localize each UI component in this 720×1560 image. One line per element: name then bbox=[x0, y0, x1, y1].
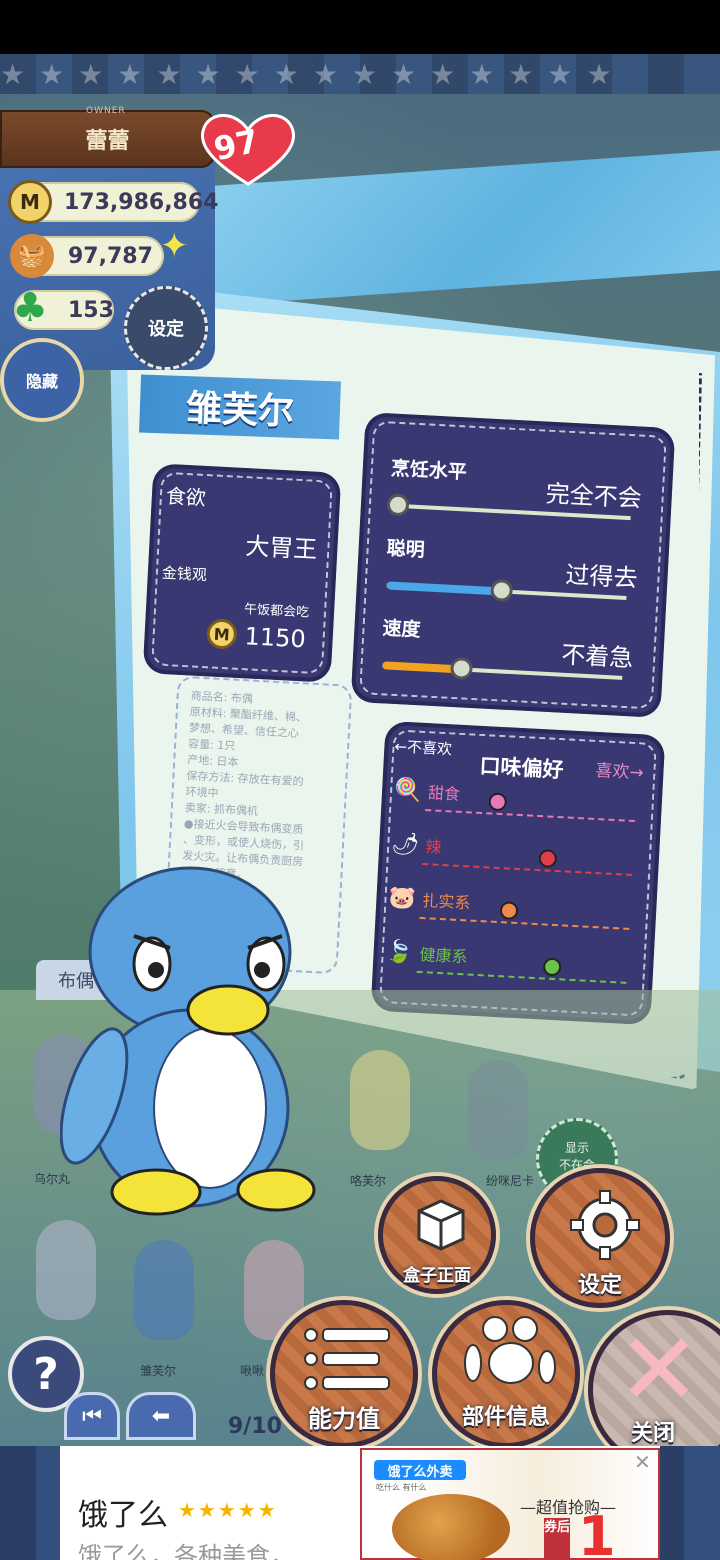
appetite-panel: 食欲 大胃王 金钱观 午饭都会吃 M 1150 bbox=[142, 463, 342, 683]
gear-icon bbox=[570, 1190, 640, 1260]
list-icon bbox=[304, 1328, 390, 1390]
coin-icon: M bbox=[8, 180, 52, 224]
close-icon: ✕ bbox=[617, 1311, 701, 1428]
prev-page-button[interactable]: ⬅ bbox=[126, 1392, 196, 1440]
zipper-icon bbox=[490, 578, 514, 603]
stat-label: 烹饪水平 bbox=[390, 457, 468, 484]
box-front-button[interactable]: 盒子正面 bbox=[378, 1176, 496, 1294]
prev-page-icon: ⬅ bbox=[151, 1403, 171, 1429]
ad-coupon-badge: 券后 bbox=[544, 1518, 570, 1560]
chili-icon: 🌶 bbox=[390, 831, 420, 858]
abilities-label: 能力值 bbox=[308, 1405, 380, 1433]
basket-icon: 🧺 bbox=[10, 234, 54, 278]
parts-label: 部件信息 bbox=[461, 1405, 550, 1430]
doll-name: 咯芙尔 bbox=[350, 1174, 387, 1188]
taste-line bbox=[416, 970, 627, 984]
doll-name: 啾啾 bbox=[240, 1364, 265, 1378]
doll-item[interactable] bbox=[468, 1060, 528, 1160]
taste-title: 口味偏好 bbox=[478, 753, 565, 783]
close-label: 关闭 bbox=[630, 1421, 675, 1446]
stat-value: 不着急 bbox=[560, 640, 635, 673]
taste-label: 扎实系 bbox=[421, 891, 471, 913]
level-heart: 97 bbox=[196, 110, 300, 188]
owner-name: 蕾蕾 bbox=[85, 129, 130, 154]
clover-icon: ♣ bbox=[12, 285, 48, 331]
items-value: 97,787 bbox=[68, 243, 153, 269]
taste-label: 甜食 bbox=[427, 783, 461, 804]
stat-value: 过得去 bbox=[564, 560, 639, 593]
page-indicator: 9/10 bbox=[228, 1414, 282, 1439]
settings-label: 设定 bbox=[577, 1273, 622, 1298]
ad-close-button[interactable]: ✕ bbox=[634, 1450, 651, 1474]
settings-small-button[interactable]: 设定 bbox=[124, 286, 208, 370]
parts-button[interactable]: 部件信息 bbox=[432, 1300, 580, 1448]
money-label: 金钱观 bbox=[161, 563, 208, 585]
coin-icon: M bbox=[206, 618, 238, 650]
status-bar bbox=[0, 0, 720, 54]
owner-nameplate: 蕾蕾 bbox=[0, 110, 215, 168]
parts-icon bbox=[464, 1316, 556, 1384]
taste-label: 辣 bbox=[424, 837, 442, 857]
candy-icon: 🍭 bbox=[393, 777, 423, 804]
stat-fill bbox=[386, 581, 495, 596]
doll-name: 雏芙尔 bbox=[140, 1364, 177, 1378]
stat-value: 完全不会 bbox=[545, 479, 643, 513]
taste-panel: ←不喜欢 口味偏好 喜欢→ 🍭 甜食 🌶 辣 🐷 扎实系 🍃 健康系 bbox=[370, 720, 666, 1026]
appetite-value: 大胃王 bbox=[244, 532, 319, 564]
ad-description: 饿了么，各种美食， bbox=[78, 1542, 294, 1560]
taste-dislike-label: ←不喜欢 bbox=[393, 737, 453, 759]
clovers-value: 153 bbox=[68, 297, 114, 323]
leaf-icon: 🍃 bbox=[385, 939, 414, 966]
settings-small-label: 设定 bbox=[148, 319, 184, 340]
sparkle-icon: ✦ bbox=[160, 226, 189, 266]
taste-pin-icon bbox=[537, 849, 557, 868]
price-value: 1150 bbox=[243, 622, 307, 654]
settings-button[interactable]: 设定 bbox=[530, 1168, 670, 1308]
zipper-icon bbox=[386, 493, 410, 517]
ad-rating-stars: ★★★★★ bbox=[178, 1498, 278, 1522]
fried-chicken-icon bbox=[392, 1494, 510, 1560]
taste-line bbox=[425, 809, 635, 823]
hide-label: 隐藏 bbox=[25, 372, 58, 391]
taste-pin-icon bbox=[542, 957, 562, 977]
coins-value: 173,986,864 bbox=[64, 189, 219, 215]
doll-name: 纷咪尼卡 bbox=[486, 1174, 535, 1188]
stats-panel: 烹饪水平完全不会聪明过得去速度不着急 bbox=[350, 412, 676, 718]
ad-logo-subtitle: 吃什么 有什么 bbox=[376, 1483, 427, 1492]
stat-label: 速度 bbox=[381, 617, 422, 642]
money-value: 午饭都会吃 bbox=[243, 602, 310, 621]
doll-item[interactable] bbox=[350, 1050, 410, 1150]
help-label: ? bbox=[33, 1348, 59, 1400]
taste-pin-icon bbox=[488, 792, 508, 812]
ad-logo: 饿了么外卖 bbox=[374, 1460, 466, 1480]
stat-fill bbox=[382, 661, 455, 674]
first-page-icon: ⏮ bbox=[82, 1403, 102, 1429]
box-icon bbox=[417, 1199, 465, 1251]
appetite-label: 食欲 bbox=[165, 483, 207, 510]
taste-label: 健康系 bbox=[419, 944, 469, 967]
character-name-banner: 雏芙尔 bbox=[139, 374, 341, 440]
stat-label: 聪明 bbox=[386, 537, 426, 562]
star-decoration: ★★★★★★★★★★★★★★★★ bbox=[0, 58, 626, 88]
first-page-button[interactable]: ⏮ bbox=[64, 1392, 120, 1440]
taste-pin-icon bbox=[499, 901, 519, 921]
character-name: 雏芙尔 bbox=[185, 388, 295, 433]
pig-icon: 🐷 bbox=[387, 885, 417, 912]
taste-line bbox=[422, 862, 633, 876]
doll-item[interactable] bbox=[36, 1220, 96, 1320]
hide-button[interactable]: 隐藏 bbox=[0, 338, 84, 422]
penguin-doll-icon bbox=[60, 866, 316, 1216]
abilities-button[interactable]: 能力值 bbox=[270, 1300, 418, 1448]
owner-caption: OWNER bbox=[86, 106, 126, 116]
doll-item[interactable] bbox=[134, 1240, 194, 1340]
taste-like-label: 喜欢→ bbox=[594, 760, 645, 784]
taste-line bbox=[419, 916, 630, 930]
ad-price: 1 bbox=[578, 1505, 616, 1560]
ad-logo-text: 饿了么外卖 bbox=[387, 1464, 453, 1480]
box-front-label: 盒子正面 bbox=[403, 1266, 471, 1286]
zipper-icon bbox=[449, 656, 474, 681]
ad-title: 饿了么 bbox=[78, 1498, 168, 1533]
